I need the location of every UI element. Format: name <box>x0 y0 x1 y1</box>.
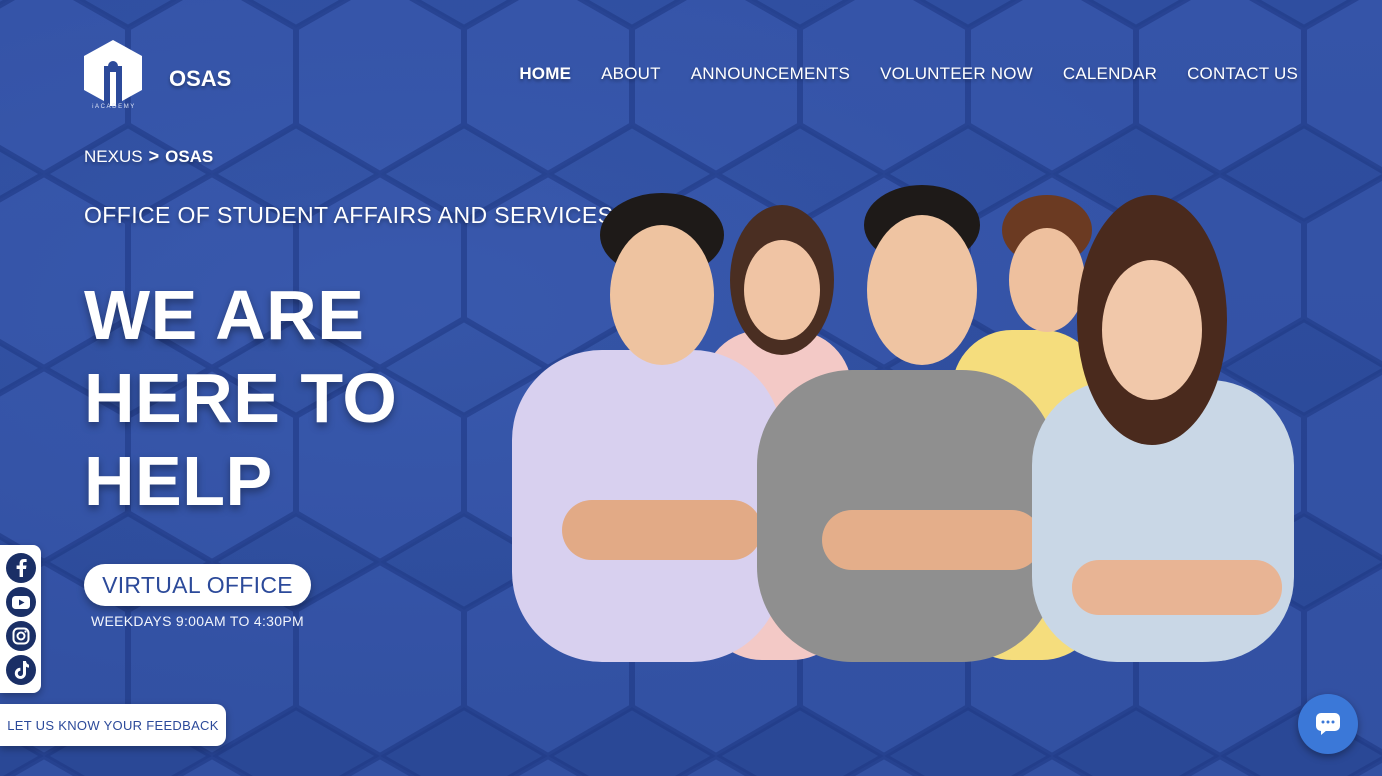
nav-contact-us[interactable]: CONTACT US <box>1187 64 1298 84</box>
nav-about[interactable]: ABOUT <box>601 64 661 84</box>
nav-volunteer-now[interactable]: VOLUNTEER NOW <box>880 64 1033 84</box>
chevron-right-icon: > <box>148 146 160 166</box>
facebook-icon[interactable] <box>5 553 36 583</box>
hero-heading-line: HERE TO <box>84 359 398 437</box>
tiktok-icon[interactable] <box>5 655 36 685</box>
logo-wordmark: iACADEMY <box>92 104 136 110</box>
nav-announcements[interactable]: ANNOUNCEMENTS <box>691 64 850 84</box>
hero-heading: WE ARE HERE TO HELP <box>84 274 397 523</box>
site-brand[interactable]: OSAS <box>169 66 231 92</box>
instagram-icon[interactable] <box>5 621 36 651</box>
nav-calendar[interactable]: CALENDAR <box>1063 64 1157 84</box>
office-hours: WEEKDAYS 9:00AM TO 4:30PM <box>91 613 304 629</box>
main-nav: HOME ABOUT ANNOUNCEMENTS VOLUNTEER NOW C… <box>519 64 1298 84</box>
breadcrumb: NEXUS > OSAS <box>84 146 213 167</box>
chat-button[interactable] <box>1298 694 1358 754</box>
breadcrumb-nexus[interactable]: NEXUS <box>84 147 143 167</box>
breadcrumb-current: OSAS <box>165 146 214 166</box>
hero-heading-line: WE ARE <box>84 276 365 354</box>
students-photo <box>512 185 1294 662</box>
hero-heading-line: HELP <box>84 442 273 520</box>
nav-home[interactable]: HOME <box>519 64 571 84</box>
youtube-icon[interactable] <box>5 587 36 617</box>
feedback-button[interactable]: LET US KNOW YOUR FEEDBACK <box>0 704 226 746</box>
social-sidebar <box>0 545 41 693</box>
virtual-office-button[interactable]: VIRTUAL OFFICE <box>84 564 311 606</box>
chat-bubble-icon <box>1316 713 1340 735</box>
